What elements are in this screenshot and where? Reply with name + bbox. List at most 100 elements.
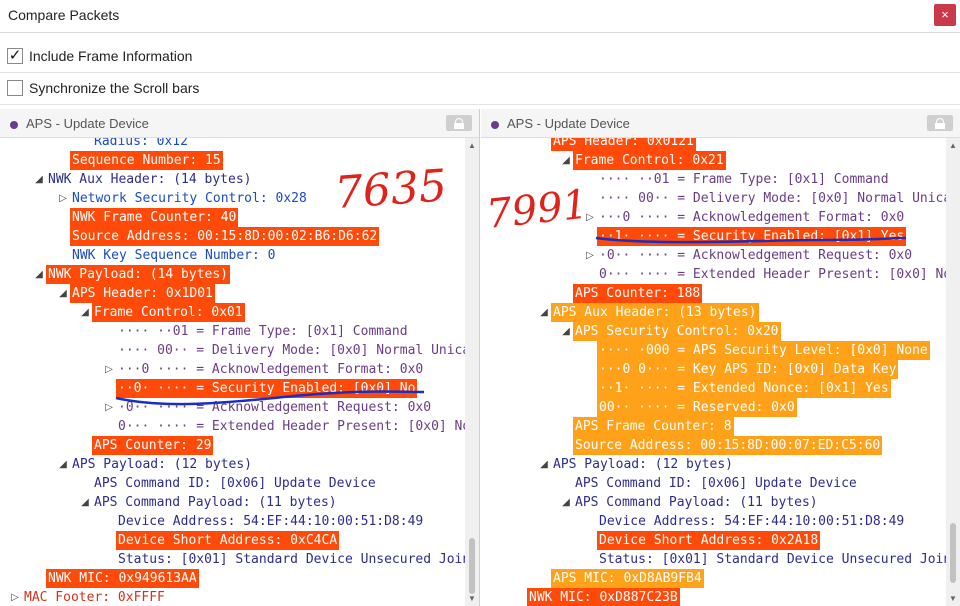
collapse-triangle-icon[interactable]: ◢ — [32, 170, 46, 189]
tree-row[interactable]: Source Address: 00:15:8D:00:02:B6:D6:62 — [0, 227, 465, 246]
tree-row-text: 0··· ···· = Extended Header Present: [0x… — [118, 419, 465, 434]
collapse-triangle-icon[interactable]: ◢ — [78, 303, 92, 322]
right-packet-tree[interactable]: APS Header: 0x0121 ◢ Frame Control: 0x21 ··… — [481, 138, 946, 606]
tree-row[interactable]: ◢ APS Command Payload: (11 bytes) — [0, 493, 465, 512]
tree-row[interactable]: ▷ ···0 ···· = Acknowledgement Format: 0x0 — [481, 208, 946, 227]
collapse-triangle-icon[interactable]: ◢ — [559, 493, 573, 512]
expand-triangle-icon[interactable]: ▷ — [102, 398, 116, 417]
collapse-triangle-icon[interactable]: ◢ — [537, 455, 551, 474]
tree-row-text: APS Header: 0x0121 — [551, 138, 696, 151]
tree-row[interactable]: ···· 00·· = Delivery Mode: [0x0] Normal … — [0, 341, 465, 360]
expand-triangle-icon[interactable]: ▷ — [102, 360, 116, 379]
tree-row[interactable]: Status: [0x01] Standard Device Unsecured… — [481, 550, 946, 569]
tree-row[interactable]: ◢ NWK Payload: (14 bytes) — [0, 265, 465, 284]
tree-row[interactable]: ···0 0··· = Key APS ID: [0x0] Data Key — [481, 360, 946, 379]
scroll-up-icon[interactable]: ▲ — [949, 141, 957, 150]
tree-row-text: ···0 ···· = Acknowledgement Format: 0x0 — [118, 362, 424, 377]
tree-row[interactable]: 0··· ···· = Extended Header Present: [0x… — [0, 417, 465, 436]
expand-triangle-icon[interactable]: ▷ — [8, 588, 22, 606]
sync-scrollbars-checkbox[interactable] — [7, 80, 23, 96]
tree-row[interactable]: Sequence Number: 15 — [0, 151, 465, 170]
left-packet-tree[interactable]: Radius: 0x12 Sequence Number: 15 ◢ NWK Aux … — [0, 138, 465, 606]
sync-scrollbars-label: Synchronize the Scroll bars — [29, 80, 200, 96]
tree-row[interactable]: ◢ APS Payload: (12 bytes) — [0, 455, 465, 474]
option-sync-scrollbars[interactable]: Synchronize the Scroll bars — [0, 74, 960, 105]
expand-triangle-icon[interactable]: ▷ — [583, 208, 597, 227]
close-icon: × — [941, 7, 949, 22]
tree-row[interactable]: APS Frame Counter: 8 — [481, 417, 946, 436]
tree-row-text: Device Address: 54:EF:44:10:00:51:D8:49 — [118, 514, 424, 529]
tree-row-text: Status: [0x01] Standard Device Unsecured… — [599, 552, 946, 567]
right-scrollbar[interactable]: ▲ ▼ — [946, 138, 960, 606]
tree-row[interactable]: ··1· ···· = Extended Nonce: [0x1] Yes — [481, 379, 946, 398]
tree-row[interactable]: Radius: 0x12 — [0, 138, 465, 151]
close-button[interactable]: × — [934, 4, 956, 26]
tree-row[interactable]: Device Address: 54:EF:44:10:00:51:D8:49 — [481, 512, 946, 531]
tree-row[interactable]: ◢ APS Payload: (12 bytes) — [481, 455, 946, 474]
tree-row[interactable]: ◢ APS Header: 0x1D01 — [0, 284, 465, 303]
option-include-frame-info[interactable]: ✓ Include Frame Information — [0, 42, 960, 73]
include-frame-info-checkbox[interactable]: ✓ — [7, 48, 23, 64]
include-frame-info-label: Include Frame Information — [29, 48, 193, 64]
lock-icon[interactable] — [927, 115, 953, 131]
tree-row[interactable]: Device Short Address: 0x2A18 — [481, 531, 946, 550]
tree-row[interactable]: APS Command ID: [0x06] Update Device — [0, 474, 465, 493]
collapse-triangle-icon[interactable]: ◢ — [537, 303, 551, 322]
tree-row[interactable]: 00·· ···· = Reserved: 0x0 — [481, 398, 946, 417]
tree-row[interactable]: APS MIC: 0xD8AB9FB4 — [481, 569, 946, 588]
tree-row[interactable]: ···· 00·· = Delivery Mode: [0x0] Normal … — [481, 189, 946, 208]
tree-row[interactable]: Source Address: 00:15:8D:00:07:ED:C5:60 — [481, 436, 946, 455]
tree-row[interactable]: ◢ APS Command Payload: (11 bytes) — [481, 493, 946, 512]
scroll-down-icon[interactable]: ▼ — [949, 594, 957, 603]
tree-row[interactable]: ···· ·000 = APS Security Level: [0x0] No… — [481, 341, 946, 360]
checkmark-icon: ✓ — [8, 47, 22, 64]
tree-row[interactable]: ▷ ·0·· ···· = Acknowledgement Request: 0x… — [0, 398, 465, 417]
collapse-triangle-icon[interactable]: ◢ — [78, 493, 92, 512]
expand-triangle-icon[interactable]: ▷ — [583, 246, 597, 265]
tree-row-text: ···· ··01 = Frame Type: [0x1] Command — [599, 172, 889, 187]
expand-triangle-icon[interactable]: ▷ — [56, 189, 70, 208]
tree-row[interactable]: ▷ MAC Footer: 0xFFFF — [0, 588, 465, 606]
tree-row[interactable]: NWK MIC: 0xD887C23B — [481, 588, 946, 606]
tree-row[interactable]: 0··· ···· = Extended Header Present: [0x… — [481, 265, 946, 284]
tree-row[interactable]: ◢ NWK Aux Header: (14 bytes) — [0, 170, 465, 189]
tree-row[interactable]: APS Counter: 188 — [481, 284, 946, 303]
tree-row[interactable]: ◢ Frame Control: 0x01 — [0, 303, 465, 322]
collapse-triangle-icon[interactable]: ◢ — [32, 265, 46, 284]
tree-row[interactable]: ···· ··01 = Frame Type: [0x1] Command — [0, 322, 465, 341]
tree-row[interactable]: ◢ Frame Control: 0x21 — [481, 151, 946, 170]
tree-row-text: NWK Payload: (14 bytes) — [46, 265, 231, 284]
tree-row[interactable]: ▷ Network Security Control: 0x28 — [0, 189, 465, 208]
right-scroll-thumb[interactable] — [950, 523, 956, 583]
left-panel-title: APS - Update Device — [26, 116, 149, 131]
tree-row[interactable]: ◢ APS Aux Header: (13 bytes) — [481, 303, 946, 322]
tree-row-text: NWK MIC: 0x949613AA — [46, 569, 199, 588]
collapse-triangle-icon[interactable]: ◢ — [56, 284, 70, 303]
collapse-triangle-icon[interactable]: ◢ — [559, 151, 573, 170]
tree-row-text: Source Address: 00:15:8D:00:02:B6:D6:62 — [70, 227, 380, 246]
scroll-down-icon[interactable]: ▼ — [468, 594, 476, 603]
scroll-up-icon[interactable]: ▲ — [468, 141, 476, 150]
tree-row[interactable]: ◢ APS Security Control: 0x20 — [481, 322, 946, 341]
left-scrollbar[interactable]: ▲ ▼ — [465, 138, 479, 606]
tree-row[interactable]: NWK Key Sequence Number: 0 — [0, 246, 465, 265]
tree-row[interactable]: ▷ ·0·· ···· = Acknowledgement Request: 0x… — [481, 246, 946, 265]
collapse-triangle-icon[interactable]: ◢ — [559, 322, 573, 341]
tree-row[interactable]: ··0· ···· = Security Enabled: [0x0] No — [0, 379, 465, 398]
tree-row[interactable]: APS Command ID: [0x06] Update Device — [481, 474, 946, 493]
tree-row[interactable]: APS Header: 0x0121 — [481, 138, 946, 151]
left-scroll-thumb[interactable] — [469, 538, 475, 594]
tree-row[interactable]: ··1· ···· = Security Enabled: [0x1] Yes — [481, 227, 946, 246]
tree-row[interactable]: Status: [0x01] Standard Device Unsecured… — [0, 550, 465, 569]
tree-row[interactable]: ···· ··01 = Frame Type: [0x1] Command — [481, 170, 946, 189]
lock-icon[interactable] — [446, 115, 472, 131]
collapse-triangle-icon[interactable]: ◢ — [56, 455, 70, 474]
tree-row[interactable]: NWK MIC: 0x949613AA — [0, 569, 465, 588]
tree-row[interactable]: ▷ ···0 ···· = Acknowledgement Format: 0x0 — [0, 360, 465, 379]
tree-row-text: NWK Aux Header: (14 bytes) — [48, 172, 252, 187]
tree-row[interactable]: NWK Frame Counter: 40 — [0, 208, 465, 227]
tree-row-text: NWK Frame Counter: 40 — [70, 208, 239, 227]
tree-row[interactable]: Device Address: 54:EF:44:10:00:51:D8:49 — [0, 512, 465, 531]
tree-row[interactable]: APS Counter: 29 — [0, 436, 465, 455]
tree-row[interactable]: Device Short Address: 0xC4CA — [0, 531, 465, 550]
